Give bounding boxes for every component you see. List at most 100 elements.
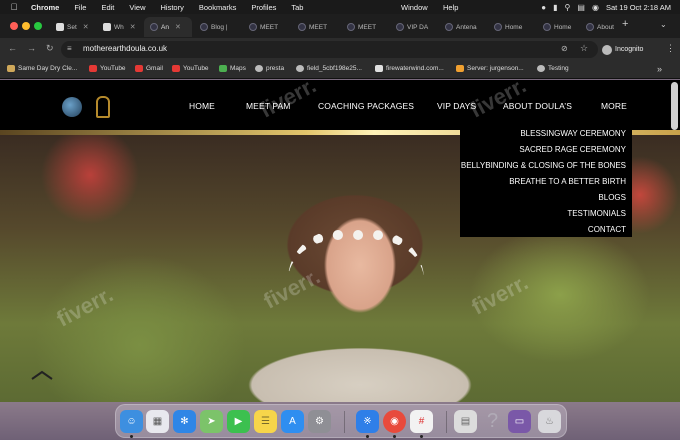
menu-item-blessingway[interactable]: BLESSINGWAY CEREMONY xyxy=(520,129,626,138)
menu-edit[interactable]: Edit xyxy=(101,3,114,12)
menu-item-bellybinding[interactable]: BELLYBINDING & CLOSING OF THE BONES xyxy=(461,161,626,170)
browser-toolbar: ← → ↻ ≡ motherearthdoula.co.uk ⊘ ☆ Incog… xyxy=(0,38,680,61)
page-scrollbar[interactable] xyxy=(671,82,678,130)
address-url[interactable]: motherearthdoula.co.uk xyxy=(83,44,167,53)
tab-close-icon[interactable]: ✕ xyxy=(130,23,136,31)
browser-tab[interactable]: MEET xyxy=(341,17,389,37)
macos-menu-bar:  Chrome File Edit View History Bookmark… xyxy=(0,0,680,14)
tab-favicon-icon xyxy=(445,23,453,31)
running-indicator xyxy=(366,435,369,438)
running-indicator xyxy=(130,435,133,438)
tab-label: MEET xyxy=(260,23,279,31)
address-bar[interactable]: ≡ motherearthdoula.co.uk ⊘ ☆ xyxy=(61,41,598,58)
menu-window[interactable]: Window xyxy=(401,3,428,12)
incognito-profile-button[interactable]: Incognito xyxy=(602,42,643,57)
menu-bookmarks[interactable]: Bookmarks xyxy=(199,3,237,12)
bookmark-label: Maps xyxy=(230,65,246,72)
bookmark-item[interactable]: presta xyxy=(255,65,284,72)
app-store-icon[interactable]: A xyxy=(281,410,304,433)
site-logo[interactable] xyxy=(56,94,126,124)
battery-icon[interactable]: ▮ xyxy=(553,3,557,12)
site-info-icon[interactable]: ≡ xyxy=(67,44,72,53)
siri-icon[interactable]: ◉ xyxy=(592,3,599,12)
browser-tab[interactable]: Wh ✕ xyxy=(97,17,143,37)
trash-icon[interactable]: ♨ xyxy=(538,410,561,433)
reload-icon[interactable]: ↻ xyxy=(46,43,54,54)
more-bookmarks-chevron-icon[interactable]: » xyxy=(657,64,662,74)
launchpad-icon[interactable]: ▦ xyxy=(146,410,169,433)
bookmark-item[interactable]: Same Day Dry Cle... xyxy=(7,65,77,72)
menu-item-blogs[interactable]: BLOGS xyxy=(598,193,626,202)
bookmark-item[interactable]: YouTube xyxy=(172,65,209,72)
tab-close-icon[interactable]: ✕ xyxy=(175,23,181,31)
browser-tab[interactable]: Antena xyxy=(439,17,487,37)
system-settings-icon[interactable]: ⚙ xyxy=(308,410,331,433)
tab-favicon-icon xyxy=(543,23,551,31)
scroll-to-top-icon[interactable] xyxy=(31,370,53,380)
bookmark-item[interactable]: Server: jurgenson... xyxy=(456,65,524,72)
document-icon[interactable]: ▤ xyxy=(454,410,477,433)
wifi-icon[interactable]: ● xyxy=(541,3,546,12)
bookmark-item[interactable]: Testing xyxy=(537,65,569,72)
menu-clock[interactable]: Sat 19 Oct 2:18 AM xyxy=(606,3,671,12)
menu-app-name[interactable]: Chrome xyxy=(31,3,59,12)
menu-item-testimonials[interactable]: TESTIMONIALS xyxy=(567,209,626,218)
facetime-icon[interactable]: ▶ xyxy=(227,410,250,433)
minimize-window-button[interactable] xyxy=(22,22,30,30)
bookmark-item[interactable]: YouTube xyxy=(89,65,126,72)
menu-help[interactable]: Help xyxy=(443,3,458,12)
more-dropdown-menu: BLESSINGWAY CEREMONY SACRED RAGE CEREMON… xyxy=(460,124,632,237)
zoom-window-button[interactable] xyxy=(34,22,42,30)
menu-view[interactable]: View xyxy=(129,3,145,12)
menu-profiles[interactable]: Profiles xyxy=(251,3,276,12)
menu-tab[interactable]: Tab xyxy=(291,3,303,12)
bookmark-item[interactable]: Maps xyxy=(219,65,246,72)
browser-tab[interactable]: Blog | xyxy=(194,17,242,37)
bluetooth-icon[interactable]: ※ xyxy=(356,410,379,433)
finder-icon[interactable]: ☺ xyxy=(120,410,143,433)
tab-label: Set xyxy=(67,23,77,31)
tab-label: Home xyxy=(505,23,523,31)
bookmark-star-icon[interactable]: ☆ xyxy=(580,43,588,54)
close-window-button[interactable] xyxy=(10,22,18,30)
back-arrow-icon[interactable]: ← xyxy=(8,43,17,53)
browser-tab[interactable]: MEET xyxy=(243,17,291,37)
nav-home[interactable]: HOME xyxy=(189,101,215,111)
apple-menu-icon[interactable]:  xyxy=(9,2,19,12)
tab-search-chevron-icon[interactable]: ⌄ xyxy=(660,20,667,29)
menu-item-contact[interactable]: CONTACT xyxy=(588,225,626,234)
maps-icon xyxy=(219,65,227,72)
display-icon[interactable]: ▭ xyxy=(508,410,531,433)
control-center-icon[interactable]: ▤ xyxy=(577,3,585,12)
bookmark-item[interactable]: firewaterwind.com... xyxy=(375,65,444,72)
forward-arrow-icon[interactable]: → xyxy=(27,43,36,53)
maps-icon[interactable]: ➤ xyxy=(200,410,223,433)
incognito-label: Incognito xyxy=(615,46,644,53)
browser-tab[interactable]: About xyxy=(580,17,620,37)
browser-tab[interactable]: Home xyxy=(488,17,536,37)
earth-logo-icon xyxy=(62,97,82,117)
chrome-menu-icon[interactable]: ⋮ xyxy=(666,43,675,54)
search-icon[interactable]: ⚲ xyxy=(565,3,571,12)
browser-tab[interactable]: VIP DA xyxy=(390,17,438,37)
menu-history[interactable]: History xyxy=(161,3,184,12)
notes-icon[interactable]: ☰ xyxy=(254,410,277,433)
bookmark-item[interactable]: Gmail xyxy=(135,65,163,72)
browser-tab-active[interactable]: An ✕ xyxy=(144,17,192,37)
nav-more[interactable]: MORE xyxy=(601,101,627,111)
menu-item-breathe[interactable]: BREATHE TO A BETTER BIRTH xyxy=(509,177,626,186)
browser-tab[interactable]: MEET xyxy=(292,17,340,37)
tab-close-icon[interactable]: ✕ xyxy=(83,23,89,31)
menu-item-sacred-rage[interactable]: SACRED RAGE CEREMONY xyxy=(519,145,626,154)
nav-coaching-packages[interactable]: COACHING PACKAGES xyxy=(318,101,414,111)
bookmark-item[interactable]: field_5cbf198e25... xyxy=(296,65,362,72)
menu-file[interactable]: File xyxy=(74,3,86,12)
browser-tab[interactable]: Home xyxy=(537,17,579,37)
tracking-protection-icon[interactable]: ⊘ xyxy=(561,44,568,53)
new-tab-button[interactable]: + xyxy=(622,18,628,30)
safari-icon[interactable]: ✻ xyxy=(173,410,196,433)
slack-icon[interactable]: # xyxy=(410,410,433,433)
browser-tab[interactable]: Set ✕ xyxy=(50,17,96,37)
chrome-icon[interactable]: ◉ xyxy=(383,410,406,433)
help-icon[interactable]: ? xyxy=(481,410,504,433)
